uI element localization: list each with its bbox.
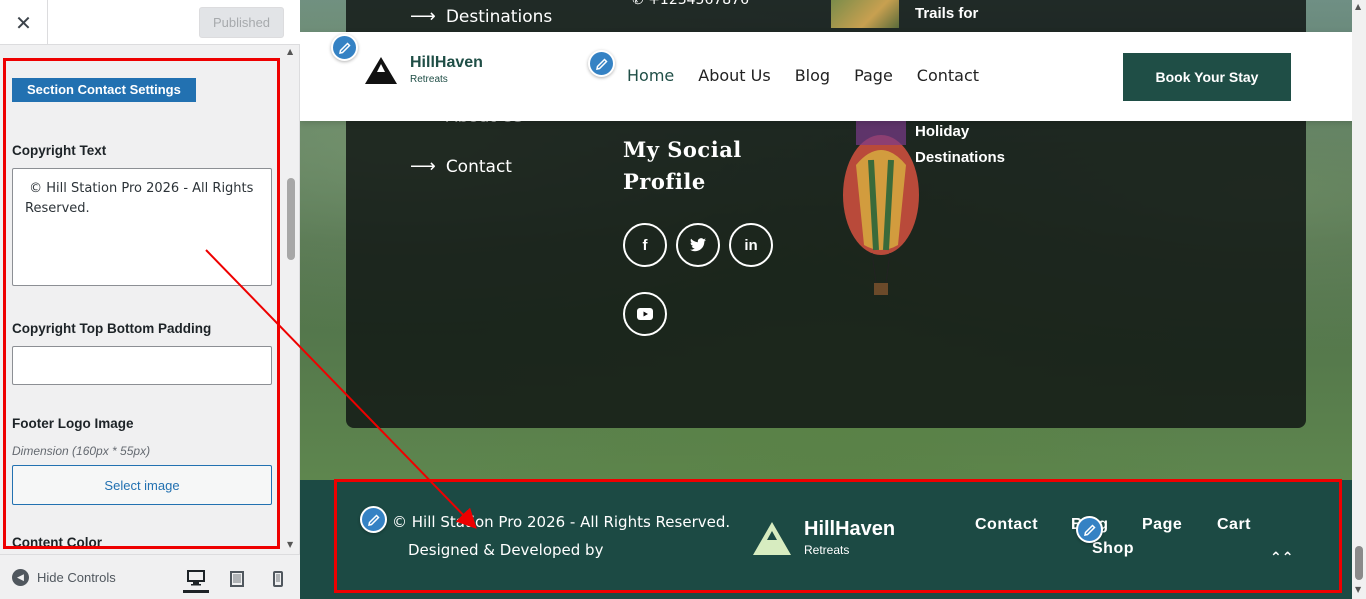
post-thumbnail[interactable] (831, 0, 899, 28)
scroll-to-top-icon[interactable]: ⌃⌃ (1270, 550, 1293, 566)
book-your-stay-button[interactable]: Book Your Stay (1123, 53, 1291, 101)
section-title: Section Contact Settings (12, 78, 196, 102)
twitter-bird-icon (690, 238, 706, 252)
nav-blog[interactable]: Blog (795, 66, 830, 85)
nav-home[interactable]: Home (627, 66, 674, 85)
copyright-text-input[interactable]: © Hill Station Pro 2026 - All Rights Res… (12, 168, 272, 286)
edit-menu-pencil-icon[interactable] (588, 50, 615, 77)
footer-link-contact[interactable]: ⟶ Contact (410, 156, 512, 177)
pencil-icon (367, 513, 380, 526)
pencil-icon (595, 57, 608, 70)
scroll-down-arrow-icon[interactable]: ▼ (287, 540, 293, 549)
footer-phone[interactable]: ✆ +1234567876 (632, 0, 749, 8)
select-image-button[interactable]: Select image (12, 465, 272, 505)
bar-link-contact[interactable]: Contact (975, 516, 1038, 534)
youtube-icon[interactable] (623, 292, 667, 336)
facebook-icon[interactable]: f (623, 223, 667, 267)
tablet-preview-button[interactable] (224, 565, 250, 593)
desktop-preview-button[interactable] (183, 565, 209, 593)
linkedin-icon[interactable]: in (729, 223, 773, 267)
nav-contact[interactable]: Contact (917, 66, 979, 85)
copyright-text: © Hill Station Pro 2026 - All Rights Res… (392, 508, 730, 564)
phone-text: +1234567876 (648, 0, 749, 8)
customizer-footer: ◀ Hide Controls (0, 554, 300, 599)
phone-icon: ✆ (632, 0, 644, 8)
copyright-line: © Hill Station Pro 2026 - All Rights Res… (392, 513, 731, 531)
bar-link-page[interactable]: Page (1142, 516, 1182, 534)
arrow-right-icon: ⟶ (410, 156, 436, 177)
desktop-icon (187, 569, 205, 585)
site-preview: ⟶ Destinations ⟶ About Us ⟶ Contact ✆ +1… (300, 0, 1366, 599)
footer-link-label: Contact (445, 156, 512, 177)
tablet-icon (230, 571, 244, 587)
site-logo[interactable]: HillHaven Retreats (364, 54, 483, 85)
customizer-sidebar: ✕ Published Section Contact Settings Cop… (0, 0, 300, 599)
published-button[interactable]: Published (199, 7, 284, 38)
customizer-header: ✕ Published (0, 0, 300, 45)
bar-link-cart[interactable]: Cart (1217, 516, 1251, 534)
footer-link-label: Destinations (445, 6, 553, 27)
logo-name: HillHaven (410, 54, 483, 71)
main-navigation: Home About Us Blog Page Contact (627, 66, 979, 85)
preview-scrollbar-thumb[interactable] (1355, 546, 1363, 580)
sidebar-scrollbar-thumb[interactable] (287, 178, 295, 260)
copyright-padding-label: Copyright Top Bottom Padding (12, 321, 212, 336)
logo-dimension-note: Dimension (160px * 55px) (12, 444, 151, 458)
pencil-icon (338, 41, 351, 54)
copyright-bar: © Hill Station Pro 2026 - All Rights Res… (300, 480, 1366, 599)
scroll-up-arrow-icon[interactable]: ▲ (1355, 2, 1361, 11)
footer-logo-subtitle: Retreats (804, 543, 850, 557)
designed-by-line: Designed & Developed by (408, 541, 604, 559)
post-title-holiday[interactable]: Holiday Destinations (915, 119, 1005, 171)
customizer-controls-panel: Section Contact Settings Copyright Text … (0, 45, 300, 554)
content-color-label: Content Color (12, 535, 102, 550)
mountain-logo-icon (365, 56, 397, 84)
collapse-arrow-icon: ◀ (12, 569, 29, 586)
mountain-logo-icon (753, 521, 791, 555)
nav-page[interactable]: Page (854, 66, 893, 85)
preview-scrollbar[interactable]: ▲ ▼ (1352, 0, 1366, 599)
post-title-line: Holiday (915, 123, 970, 140)
site-header: HillHaven Retreats Home About Us Blog Pa… (300, 32, 1366, 121)
mobile-icon (273, 571, 283, 587)
close-customizer-button[interactable]: ✕ (0, 0, 48, 45)
edit-footer-menu-pencil-icon[interactable] (1076, 516, 1103, 543)
twitter-icon[interactable] (676, 223, 720, 267)
scroll-up-arrow-icon[interactable]: ▲ (287, 47, 293, 56)
footer-logo-label: Footer Logo Image (12, 416, 134, 431)
edit-copyright-pencil-icon[interactable] (360, 506, 387, 533)
copyright-text-label: Copyright Text (12, 143, 107, 158)
sidebar-scrollbar[interactable]: ▲ ▼ (284, 45, 298, 554)
hot-air-balloon-image (843, 115, 919, 295)
copyright-padding-input[interactable] (12, 346, 272, 385)
footer-logo-name: HillHaven (804, 518, 896, 540)
mobile-preview-button[interactable] (265, 565, 291, 593)
scroll-down-arrow-icon[interactable]: ▼ (1355, 585, 1361, 594)
hide-controls-button[interactable]: ◀ Hide Controls (12, 569, 116, 586)
social-profile-heading: My Social Profile (623, 137, 742, 194)
post-title-trails[interactable]: Trails for (915, 1, 978, 27)
pencil-icon (1083, 523, 1096, 536)
post-title-line: Destinations (915, 149, 1006, 166)
footer-logo[interactable]: HillHaven Retreats (752, 518, 895, 557)
youtube-play-icon (637, 308, 653, 320)
arrow-right-icon: ⟶ (410, 6, 436, 27)
footer-link-destinations[interactable]: ⟶ Destinations (410, 6, 552, 27)
nav-about-us[interactable]: About Us (698, 66, 770, 85)
hide-controls-label: Hide Controls (37, 570, 116, 585)
edit-logo-pencil-icon[interactable] (331, 34, 358, 61)
bar-link-shop[interactable]: Shop (1092, 540, 1134, 558)
logo-subtitle: Retreats (410, 74, 448, 85)
